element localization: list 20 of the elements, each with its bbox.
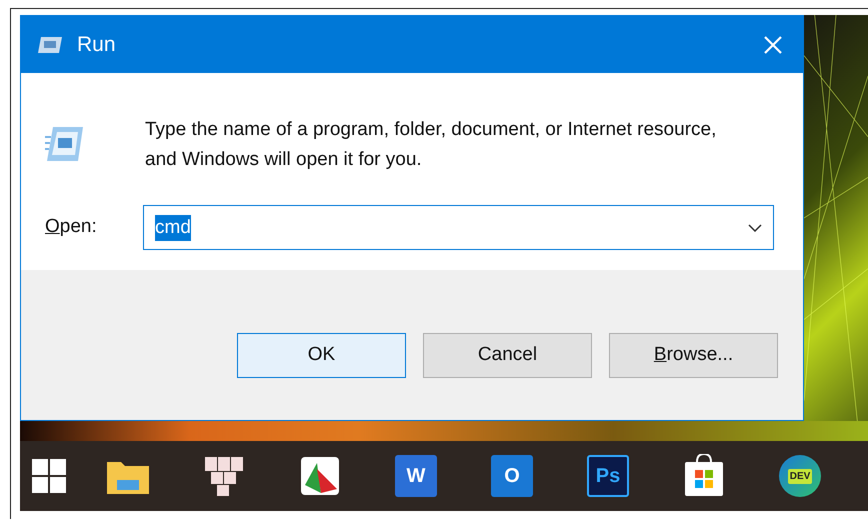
mail-app-icon[interactable]: O — [491, 455, 533, 497]
tiles-icon[interactable] — [203, 455, 245, 497]
browser-icon[interactable]: DEV — [779, 455, 821, 497]
word-app-icon[interactable]: W — [395, 455, 437, 497]
document-app-icon[interactable] — [299, 455, 341, 497]
shopping-bag-icon[interactable] — [683, 454, 725, 498]
command-input-value: cmd — [155, 214, 191, 240]
close-icon[interactable] — [763, 34, 783, 54]
windows-logo-icon[interactable] — [32, 459, 66, 493]
photo-editor-icon[interactable]: Ps — [587, 455, 629, 497]
dialog-button[interactable]: Browse... — [609, 333, 778, 378]
open-combo-box[interactable]: cmd — [143, 205, 774, 250]
run-icon — [37, 36, 63, 54]
open-label: Open: — [45, 215, 98, 240]
dropdown-chevron-icon[interactable] — [748, 224, 762, 232]
run-program-icon — [45, 125, 85, 163]
dialog-button[interactable]: OK — [237, 333, 406, 378]
window-title: Run — [77, 32, 116, 58]
dialog-button[interactable]: Cancel — [423, 333, 592, 378]
instruction-text: Type the name of a program, folder, document, or Internet resource, and Windows will open it for you. — [145, 118, 718, 172]
